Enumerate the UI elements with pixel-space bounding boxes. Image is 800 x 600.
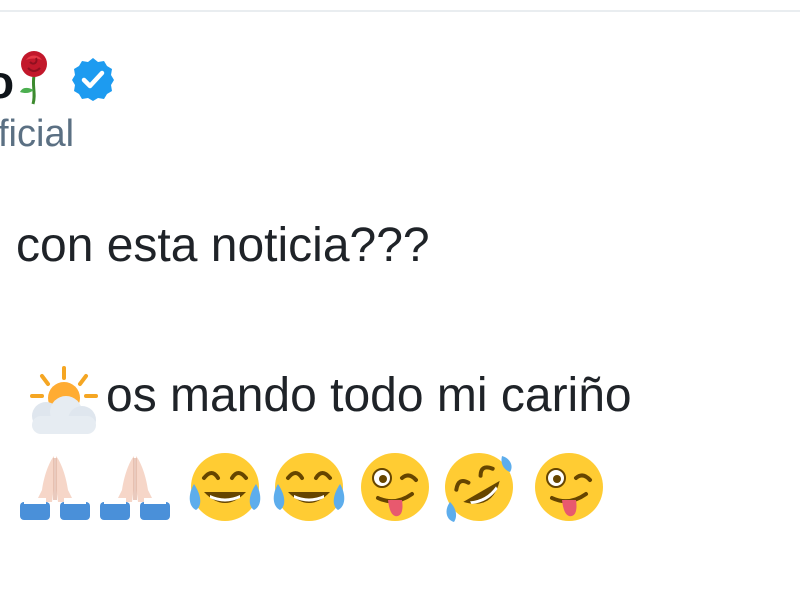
tweet-line-2-text: os mando todo mi cariño: [106, 369, 632, 422]
sun-behind-cloud-icon: [30, 366, 98, 434]
tears-of-joy-icon: [273, 453, 345, 521]
folded-hands-icon: [20, 456, 90, 520]
tweet-body: con esta noticia??? os mando todo mi car…: [0, 0, 800, 600]
rolling-laughing-icon: [445, 453, 513, 522]
tears-of-joy-icon: [189, 453, 261, 521]
folded-hands-icon: [100, 456, 170, 520]
tweet-line-1: con esta noticia???: [16, 219, 430, 272]
winking-tongue-icon: [361, 453, 429, 521]
winking-tongue-icon: [535, 453, 603, 521]
